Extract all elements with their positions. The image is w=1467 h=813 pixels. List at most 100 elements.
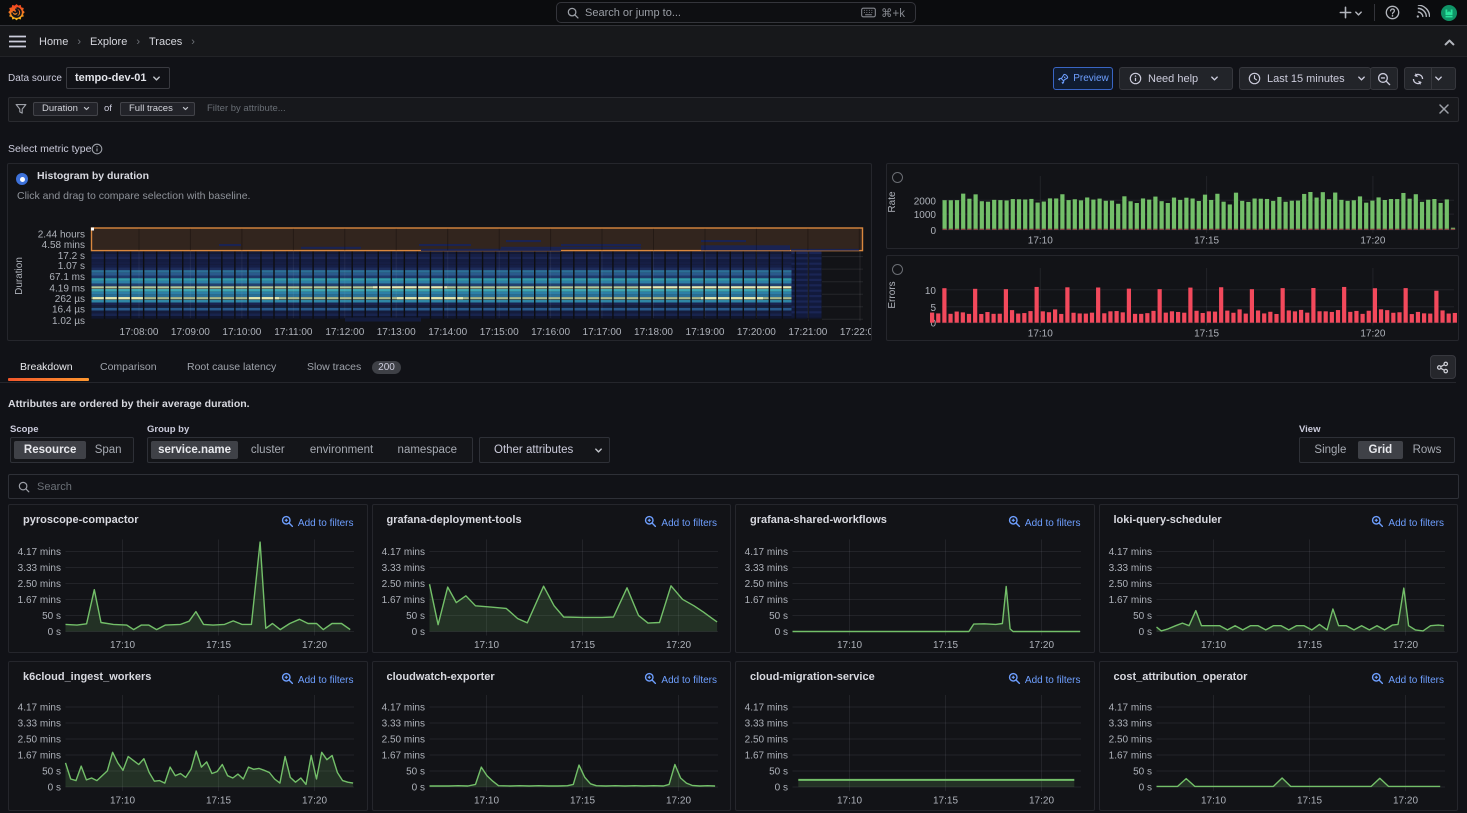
svg-text:3.33 mins: 3.33 mins [745,563,788,574]
svg-text:Duration: Duration [14,257,25,295]
svg-text:Errors: Errors [887,281,898,308]
svg-text:0 s: 0 s [48,783,61,794]
svg-text:17:20: 17:20 [665,640,690,651]
svg-text:17:10:00: 17:10:00 [222,327,261,338]
svg-text:17:10: 17:10 [837,796,862,807]
svg-text:17:20: 17:20 [1360,329,1385,340]
svg-text:50 s: 50 s [406,767,425,778]
svg-text:1.67 mins: 1.67 mins [745,595,788,606]
svg-text:3.33 mins: 3.33 mins [1108,563,1151,574]
svg-text:17:10: 17:10 [1200,796,1225,807]
svg-text:17:10: 17:10 [837,640,862,651]
svg-text:50 s: 50 s [769,611,788,622]
svg-text:0 s: 0 s [411,627,424,638]
svg-text:17:15: 17:15 [1296,640,1321,651]
svg-text:0 s: 0 s [1138,783,1151,794]
svg-text:4.17 mins: 4.17 mins [1108,703,1151,714]
svg-text:4.17 mins: 4.17 mins [381,547,424,558]
svg-text:17:12:00: 17:12:00 [325,327,364,338]
svg-text:17:15: 17:15 [1296,796,1321,807]
svg-text:2.50 mins: 2.50 mins [745,579,788,590]
svg-text:1.67 mins: 1.67 mins [1108,595,1151,606]
svg-text:10: 10 [925,286,937,297]
svg-text:17:16:00: 17:16:00 [531,327,570,338]
svg-text:17:20: 17:20 [302,796,327,807]
svg-text:67.1 ms: 67.1 ms [49,272,85,283]
svg-text:0 s: 0 s [775,783,788,794]
svg-text:17:20: 17:20 [1029,796,1054,807]
svg-text:50 s: 50 s [769,767,788,778]
svg-text:1.67 mins: 1.67 mins [381,595,424,606]
svg-text:2.50 mins: 2.50 mins [1108,579,1151,590]
svg-text:17:10: 17:10 [473,796,498,807]
svg-text:4.17 mins: 4.17 mins [745,547,788,558]
svg-text:16.4 µs: 16.4 µs [52,304,85,315]
svg-text:1.67 mins: 1.67 mins [18,751,61,762]
svg-text:4.58 mins: 4.58 mins [42,240,85,251]
svg-text:17:10: 17:10 [1200,640,1225,651]
svg-text:17:14:00: 17:14:00 [428,327,467,338]
svg-text:4.17 mins: 4.17 mins [1108,547,1151,558]
svg-text:17:20:00: 17:20:00 [737,327,776,338]
svg-text:3.33 mins: 3.33 mins [381,563,424,574]
svg-text:3.33 mins: 3.33 mins [18,563,61,574]
svg-text:3.33 mins: 3.33 mins [1108,719,1151,730]
svg-text:17:22:00: 17:22:00 [840,327,872,338]
svg-text:1.02 µs: 1.02 µs [52,316,85,327]
svg-text:2.50 mins: 2.50 mins [18,735,61,746]
svg-text:Rate: Rate [887,191,898,213]
svg-text:17:20: 17:20 [1392,796,1417,807]
svg-text:17:20: 17:20 [1392,640,1417,651]
svg-text:17:13:00: 17:13:00 [377,327,416,338]
svg-text:4.19 ms: 4.19 ms [49,283,85,294]
svg-text:4.17 mins: 4.17 mins [18,547,61,558]
svg-text:17:19:00: 17:19:00 [686,327,725,338]
svg-text:17:08:00: 17:08:00 [120,327,159,338]
svg-text:4.17 mins: 4.17 mins [381,703,424,714]
svg-text:1.67 mins: 1.67 mins [18,595,61,606]
svg-text:3.33 mins: 3.33 mins [18,719,61,730]
svg-text:17:15: 17:15 [933,796,958,807]
svg-text:0 s: 0 s [1138,627,1151,638]
svg-text:17:10: 17:10 [110,796,135,807]
svg-text:17:15: 17:15 [569,640,594,651]
svg-text:4.17 mins: 4.17 mins [18,703,61,714]
svg-text:17:10: 17:10 [1028,236,1053,247]
svg-text:17:11:00: 17:11:00 [274,327,313,338]
svg-text:4.17 mins: 4.17 mins [745,703,788,714]
svg-text:17:20: 17:20 [665,796,690,807]
svg-text:17:20: 17:20 [1360,236,1385,247]
svg-text:1.67 mins: 1.67 mins [381,751,424,762]
svg-text:1.67 mins: 1.67 mins [745,751,788,762]
svg-text:17:10: 17:10 [110,640,135,651]
svg-text:50 s: 50 s [1133,611,1152,622]
svg-text:3.33 mins: 3.33 mins [381,719,424,730]
svg-text:0 s: 0 s [775,627,788,638]
svg-text:17:15:00: 17:15:00 [480,327,519,338]
svg-text:17:21:00: 17:21:00 [788,327,827,338]
svg-text:17:15: 17:15 [933,640,958,651]
svg-text:50 s: 50 s [42,767,61,778]
svg-text:3.33 mins: 3.33 mins [745,719,788,730]
svg-text:2.50 mins: 2.50 mins [1108,735,1151,746]
svg-text:17.2 s: 17.2 s [58,251,85,262]
svg-text:2000: 2000 [914,196,937,207]
svg-text:17:10: 17:10 [473,640,498,651]
svg-text:50 s: 50 s [42,611,61,622]
svg-text:1.67 mins: 1.67 mins [1108,751,1151,762]
svg-text:0 s: 0 s [411,783,424,794]
svg-text:50 s: 50 s [1133,767,1152,778]
svg-text:17:09:00: 17:09:00 [171,327,210,338]
svg-text:17:20: 17:20 [1029,640,1054,651]
svg-text:17:17:00: 17:17:00 [583,327,622,338]
svg-text:17:15: 17:15 [206,796,231,807]
svg-text:0: 0 [930,226,936,237]
svg-text:1.07 s: 1.07 s [58,261,85,272]
svg-text:17:15: 17:15 [1194,329,1219,340]
svg-text:17:20: 17:20 [302,640,327,651]
svg-text:17:15: 17:15 [1194,236,1219,247]
svg-text:0 s: 0 s [48,627,61,638]
svg-text:2.50 mins: 2.50 mins [18,579,61,590]
svg-text:1000: 1000 [914,210,937,221]
svg-text:2.50 mins: 2.50 mins [381,735,424,746]
